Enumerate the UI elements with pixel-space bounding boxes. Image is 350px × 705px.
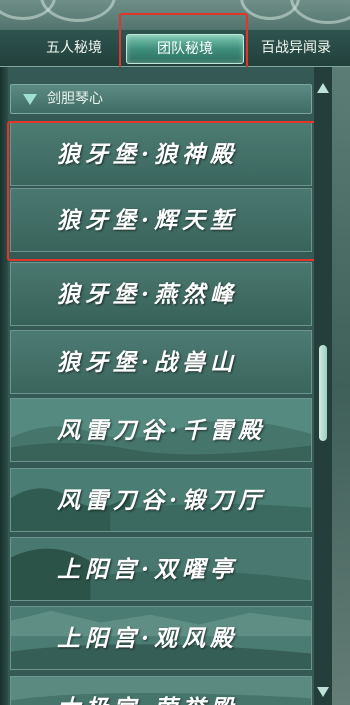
dungeon-name: 太极宫·荣誉殿 (11, 677, 311, 705)
tab-team-dungeon[interactable]: 团队秘境 (126, 34, 244, 64)
tab-five-person-dungeon[interactable]: 五人秘境 (36, 34, 112, 62)
top-ornament (0, 0, 350, 30)
list-item[interactable]: 狼牙堡·狼神殿 (10, 122, 312, 186)
triangle-up-icon[interactable] (317, 83, 329, 93)
list-item[interactable]: 风雷刀谷·锻刀厅 (10, 468, 312, 532)
category-header[interactable]: 剑胆琴心 (10, 84, 312, 114)
dungeon-name: 上阳宫·双曜亭 (57, 556, 239, 583)
background-scenery (332, 67, 350, 705)
dungeon-name: 狼牙堡·燕然峰 (57, 281, 239, 308)
dungeon-name: 狼牙堡·辉天堑 (57, 207, 239, 234)
dungeon-list: 剑胆琴心 狼牙堡·狼神殿 狼牙堡·辉天堑 狼牙堡·燕然峰 狼牙堡·战兽山 风雷刀… (8, 67, 314, 705)
tab-bar: 五人秘境 团队秘境 百战异闻录 (0, 30, 350, 67)
scrollbar[interactable] (314, 67, 332, 705)
list-item[interactable]: 上阳宫·双曜亭 (10, 537, 312, 601)
list-item[interactable]: 风雷刀谷·千雷殿 (10, 398, 312, 462)
list-item[interactable]: 狼牙堡·燕然峰 (10, 262, 312, 326)
list-item[interactable]: 狼牙堡·战兽山 (10, 330, 312, 394)
scroll-thumb[interactable] (319, 345, 327, 441)
triangle-down-icon (23, 94, 37, 105)
page-edge (0, 67, 8, 705)
dungeon-name: 风雷刀谷·锻刀厅 (57, 487, 267, 514)
triangle-down-icon[interactable] (317, 687, 329, 697)
category-label: 剑胆琴心 (47, 91, 103, 107)
list-item[interactable]: 太极宫·荣誉殿 (10, 676, 312, 705)
dungeon-name: 狼牙堡·狼神殿 (57, 141, 239, 168)
list-item[interactable]: 上阳宫·观风殿 (10, 606, 312, 670)
list-item[interactable]: 狼牙堡·辉天堑 (10, 188, 312, 252)
dungeon-name: 狼牙堡·战兽山 (57, 349, 239, 376)
tab-hundred-battles[interactable]: 百战异闻录 (250, 34, 342, 62)
dungeon-name: 上阳宫·观风殿 (57, 625, 239, 652)
dungeon-name: 风雷刀谷·千雷殿 (57, 417, 267, 444)
